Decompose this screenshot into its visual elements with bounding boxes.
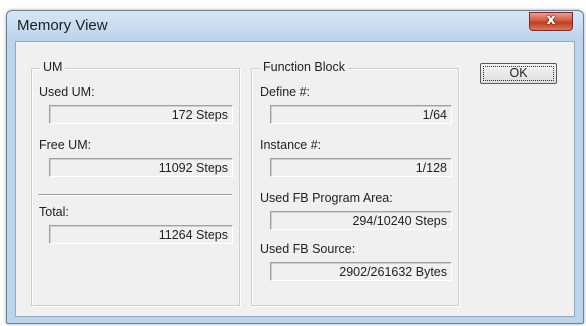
close-button[interactable]: x (529, 12, 573, 31)
fb-program-area-value: 294/10240 Steps (270, 211, 452, 230)
um-separator (38, 194, 232, 196)
um-group-legend: UM (40, 60, 66, 74)
free-um-label: Free UM: (39, 138, 92, 152)
ok-button[interactable]: OK (480, 63, 557, 84)
fb-program-area-label: Used FB Program Area: (260, 191, 393, 205)
title-bar[interactable]: Memory View x (7, 11, 583, 41)
used-um-value: 172 Steps (49, 105, 233, 124)
dialog-client-area: UM Used UM: 172 Steps Free UM: 11092 Ste… (15, 41, 575, 317)
define-value: 1/64 (270, 105, 452, 124)
fb-source-label: Used FB Source: (260, 242, 356, 256)
close-icon: x (546, 12, 556, 28)
free-um-value: 11092 Steps (49, 158, 233, 177)
focus-rect (483, 66, 554, 81)
total-value: 11264 Steps (49, 225, 233, 244)
used-um-label: Used UM: (39, 85, 95, 99)
um-groupbox: UM (31, 60, 240, 306)
fb-source-value: 2902/261632 Bytes (270, 262, 452, 281)
function-block-group-legend: Function Block (260, 60, 348, 74)
window-title: Memory View (17, 17, 108, 34)
total-label: Total: (39, 205, 69, 219)
define-label: Define #: (260, 85, 311, 99)
instance-value: 1/128 (270, 158, 452, 177)
instance-label: Instance #: (260, 138, 322, 152)
memory-view-window: Memory View x UM Used UM: 172 Steps Free… (6, 10, 584, 324)
